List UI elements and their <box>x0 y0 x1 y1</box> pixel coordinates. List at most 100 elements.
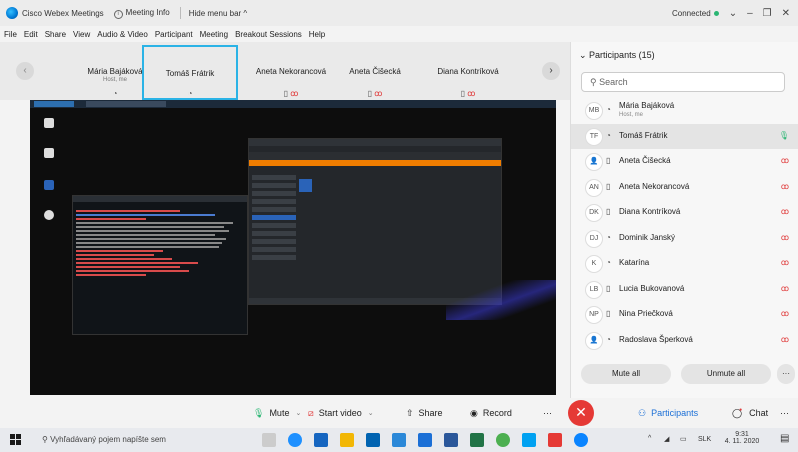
app-icon[interactable] <box>418 433 432 447</box>
file-explorer-icon[interactable] <box>340 433 354 447</box>
maximize-button[interactable]: ❐ <box>763 8 772 19</box>
battery-icon[interactable]: ▭ <box>680 435 687 443</box>
clock-time: 9:31 <box>735 431 749 438</box>
participant-name: Diana Kontríková <box>619 207 681 216</box>
shared-screen <box>30 100 556 395</box>
minimize-button[interactable]: – <box>747 8 753 19</box>
person-avatar-icon: 👤 <box>585 331 603 350</box>
start-video-button[interactable]: ⧄ Start video ⌄ <box>308 403 374 423</box>
record-button[interactable]: ◉ Record <box>470 403 512 423</box>
unmute-all-button[interactable]: Unmute all <box>681 364 771 384</box>
menu-participant[interactable]: Participant <box>155 30 193 39</box>
task-view-icon[interactable] <box>262 433 276 447</box>
info-icon: i <box>113 9 123 19</box>
participant-row[interactable]: MB ◔ Mária Bajáková Host, me <box>571 98 798 124</box>
participants-header[interactable]: ⌄ Participants (15) <box>579 50 655 61</box>
webex-icon[interactable] <box>574 433 588 447</box>
chevron-down-icon[interactable]: ⌄ <box>295 409 301 417</box>
start-video-label: Start video <box>318 408 362 418</box>
muted-mic-icon[interactable]: ꝏ <box>781 284 789 293</box>
menu-view[interactable]: View <box>73 30 90 39</box>
participant-tile-active[interactable]: Tomáš Frátrik ◔ <box>142 45 238 100</box>
avatar: K <box>585 255 603 273</box>
menu-edit[interactable]: Edit <box>24 30 38 39</box>
dropdown-icon[interactable]: ⌄ <box>729 8 737 19</box>
end-meeting-button[interactable]: ✕ <box>568 400 594 426</box>
chat-button[interactable]: ◯● Chat <box>732 403 768 423</box>
participant-row[interactable]: DK ▯ Diana Kontríková ꝏ <box>571 200 798 226</box>
drive-icon <box>38 210 60 222</box>
mute-button[interactable]: 🎙 Mute ⌄ <box>253 403 301 423</box>
menu-meeting[interactable]: Meeting <box>200 30 228 39</box>
notifications-icon[interactable]: ▤ <box>780 433 789 444</box>
edge-browser-icon[interactable] <box>288 433 302 447</box>
share-button[interactable]: ⇧ Share <box>406 403 443 423</box>
participant-row[interactable]: 👤 ◔ Radoslava Šperková ꝏ <box>571 328 798 354</box>
participant-row[interactable]: TF ◔ Tomáš Frátrik 🎙 <box>571 123 798 149</box>
more-options-button[interactable]: ··· <box>777 364 795 384</box>
participant-search-input[interactable]: ⚲ Search <box>581 72 785 92</box>
menu-file[interactable]: File <box>4 30 17 39</box>
chevron-down-icon[interactable]: ⌄ <box>368 409 374 417</box>
mic-icon: 🎙 <box>253 407 265 418</box>
person-avatar-icon: 👤 <box>585 153 603 171</box>
chevron-up-icon[interactable]: ^ <box>648 435 651 442</box>
avatar: TF <box>585 127 603 146</box>
mail-icon[interactable] <box>314 433 328 447</box>
participant-row[interactable]: LB ▯ Lucia Bukovanová ꝏ <box>571 277 798 303</box>
muted-mic-icon[interactable]: ꝏ <box>781 309 789 318</box>
language-indicator[interactable]: SLK <box>698 436 711 443</box>
meeting-controls: 🎙 Mute ⌄ ⧄ Start video ⌄ ⇧ Share ◉ Record ··· … <box>0 398 798 428</box>
participant-row[interactable]: 👤 ▯ Aneta Čišecká ꝏ <box>571 149 798 175</box>
system-tray: ^ ◢ ▭ SLK 9:31 4. 11. 2020 ▤ <box>638 428 798 452</box>
meeting-info-button[interactable]: i Meeting Info <box>113 8 170 19</box>
audio-icon: ◔ <box>606 258 611 267</box>
network-icon[interactable]: ◢ <box>664 435 669 443</box>
video-strip: ‹ Mária Bajáková Host, me ◔ Tomáš Frátri… <box>0 42 570 100</box>
search-icon: ⚲ <box>590 77 600 87</box>
chrome-icon[interactable] <box>496 433 510 447</box>
participant-tile[interactable]: Aneta Nekorancová ▯ ꝏ <box>243 45 339 100</box>
taskbar-search[interactable]: ⚲ Vyhľadávaný pojem napíšte sem <box>42 432 242 448</box>
participants-button[interactable]: ⚇ Participants <box>638 403 698 423</box>
chat-icon: ◯● <box>732 406 743 418</box>
clock[interactable]: 9:31 4. 11. 2020 <box>722 431 762 445</box>
more-options-button[interactable]: ··· <box>780 403 789 423</box>
participant-row[interactable]: DJ ◔ Dominik Janský ꝏ <box>571 226 798 252</box>
muted-mic-icon[interactable]: ꝏ <box>781 156 789 165</box>
mic-on-icon: 🎙 <box>778 130 789 140</box>
tile-name: Tomáš Frátrik <box>165 69 215 78</box>
store-icon[interactable] <box>366 433 380 447</box>
close-button[interactable]: ✕ <box>782 8 790 19</box>
muted-mic-icon[interactable]: ꝏ <box>781 182 789 191</box>
strip-next-button[interactable]: › <box>542 62 560 80</box>
divider <box>179 7 181 19</box>
participant-row[interactable]: K ◔ Katarína ꝏ <box>571 251 798 277</box>
menu-audio-video[interactable]: Audio & Video <box>97 30 148 39</box>
app-icon[interactable] <box>392 433 406 447</box>
acrobat-icon[interactable] <box>548 433 562 447</box>
participants-title: Participants (15) <box>589 50 655 60</box>
participant-tile[interactable]: Aneta Čišecká ▯ ꝏ <box>327 45 423 100</box>
participant-row[interactable]: AN ▯ Aneta Nekorancová ꝏ <box>571 175 798 201</box>
mute-all-button[interactable]: Mute all <box>581 364 671 384</box>
strip-prev-button[interactable]: ‹ <box>16 62 34 80</box>
menu-share[interactable]: Share <box>45 30 66 39</box>
muted-mic-icon[interactable]: ꝏ <box>781 233 789 242</box>
hide-menu-bar-button[interactable]: Hide menu bar ^ <box>189 9 247 18</box>
webex-logo-icon <box>6 7 18 19</box>
excel-icon[interactable] <box>470 433 484 447</box>
participant-tile[interactable]: Diana Kontríková ▯ ꝏ <box>420 45 516 100</box>
participant-list: MB ◔ Mária Bajáková Host, me TF ◔ Tomáš … <box>571 98 798 353</box>
muted-mic-icon[interactable]: ꝏ <box>781 258 789 267</box>
menu-help[interactable]: Help <box>309 30 325 39</box>
word-icon[interactable] <box>444 433 458 447</box>
windows-start-icon[interactable] <box>10 434 22 446</box>
audio-icon: ◔ <box>606 105 611 114</box>
muted-mic-icon[interactable]: ꝏ <box>781 335 789 344</box>
participant-row[interactable]: NP ▯ Nina Priečková ꝏ <box>571 302 798 328</box>
muted-mic-icon[interactable]: ꝏ <box>781 207 789 216</box>
more-button[interactable]: ··· <box>543 403 552 423</box>
skype-icon[interactable] <box>522 433 536 447</box>
menu-breakout-sessions[interactable]: Breakout Sessions <box>235 30 302 39</box>
